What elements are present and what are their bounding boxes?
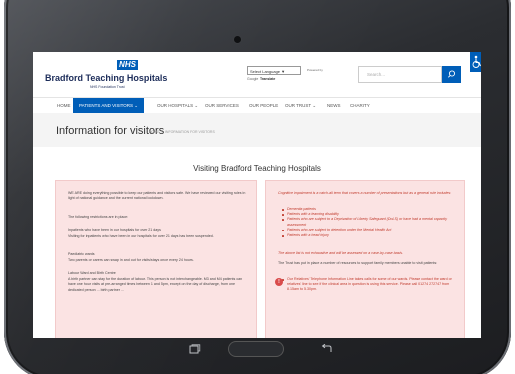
photo-stage: NHS Bradford Teaching Hospitals NHS Foun…: [0, 0, 515, 374]
nav-home[interactable]: HOME: [57, 98, 71, 113]
tablet-screen: NHS Bradford Teaching Hospitals NHS Foun…: [33, 52, 481, 338]
site-header: NHS Bradford Teaching Hospitals NHS Foun…: [33, 52, 481, 96]
breadcrumb[interactable]: HOME → INFORMATION FOR VISITORS: [149, 130, 215, 134]
labour-heading: Labour Ward and Birth Centre: [68, 271, 116, 275]
accessibility-button[interactable]: [470, 52, 481, 72]
cognitive-intro: Cognitive impairment is a catch-all term…: [278, 191, 452, 195]
nav-news[interactable]: NEWS: [327, 98, 341, 113]
cognitive-impairment-panel: Cognitive impairment is a catch-all term…: [265, 180, 465, 338]
search-input[interactable]: Search...: [358, 66, 442, 83]
list-item: Patients who are subject to a Deprivatio…: [282, 217, 454, 227]
list-item: Our Relatives' Telephone Information Lin…: [282, 277, 454, 293]
nav-patients-and-visitors[interactable]: PATIENTS AND VISITORS ⌄: [73, 98, 145, 113]
google-label: Google: [247, 77, 259, 81]
front-camera: [234, 36, 241, 43]
org-subtitle: NHS Foundation Trust: [90, 85, 125, 89]
alert-badge[interactable]: !: [275, 278, 283, 286]
paediatric-text: Two parents or carers can swap in and ou…: [68, 258, 194, 262]
main-nav: HOME PATIENTS AND VISITORS ⌄ OUR HOSPITA…: [33, 97, 481, 114]
restrictions-intro: The following restrictions are in place:: [68, 215, 129, 219]
back-icon[interactable]: [321, 344, 333, 354]
language-select[interactable]: Select Language ▼: [247, 66, 301, 75]
resources-list: Our Relatives' Telephone Information Lin…: [282, 277, 454, 293]
nhs-logo[interactable]: NHS: [117, 60, 138, 70]
inpatients-text: Visiting for inpatients who have been in…: [68, 234, 214, 238]
nav-our-hospitals[interactable]: OUR HOSPITALS ⌄: [157, 98, 198, 113]
condition-list: Dementia patients Patients with a learni…: [282, 207, 454, 238]
powered-by-label: Powered by: [307, 68, 323, 72]
intro-paragraph: WE ARE doing everything possible to keep…: [68, 191, 246, 201]
home-button[interactable]: [229, 342, 283, 356]
nav-charity[interactable]: CHARITY: [350, 98, 370, 113]
search-button[interactable]: [442, 66, 461, 83]
paediatric-heading: Paediatric wards: [68, 252, 95, 256]
recent-apps-icon[interactable]: [189, 344, 201, 354]
list-item: Patients with a head injury: [282, 233, 454, 238]
nav-our-trust[interactable]: OUR TRUST ⌄: [285, 98, 316, 113]
page-title: Information for visitors: [56, 125, 165, 137]
org-name[interactable]: Bradford Teaching Hospitals: [45, 73, 167, 83]
inpatients-heading: Inpatients who have been in our hospital…: [68, 228, 161, 232]
list-note: The above list is not exhaustive and wil…: [278, 251, 404, 255]
labour-text: A birth partner can stay for the duratio…: [68, 277, 243, 292]
wheelchair-icon: [472, 55, 481, 68]
translate-link[interactable]: Translate: [260, 77, 275, 81]
section-heading: Visiting Bradford Teaching Hospitals: [193, 164, 321, 173]
visiting-rules-panel: WE ARE doing everything possible to keep…: [55, 180, 257, 338]
nav-our-services[interactable]: OUR SERVICES: [205, 98, 239, 113]
page-title-band: Information for visitors HOME → INFORMAT…: [33, 113, 481, 147]
resources-intro: The Trust has put in place a number of r…: [278, 261, 438, 265]
nav-our-people[interactable]: OUR PEOPLE: [249, 98, 278, 113]
search-icon: [447, 70, 456, 78]
system-nav-bar: [31, 340, 483, 372]
